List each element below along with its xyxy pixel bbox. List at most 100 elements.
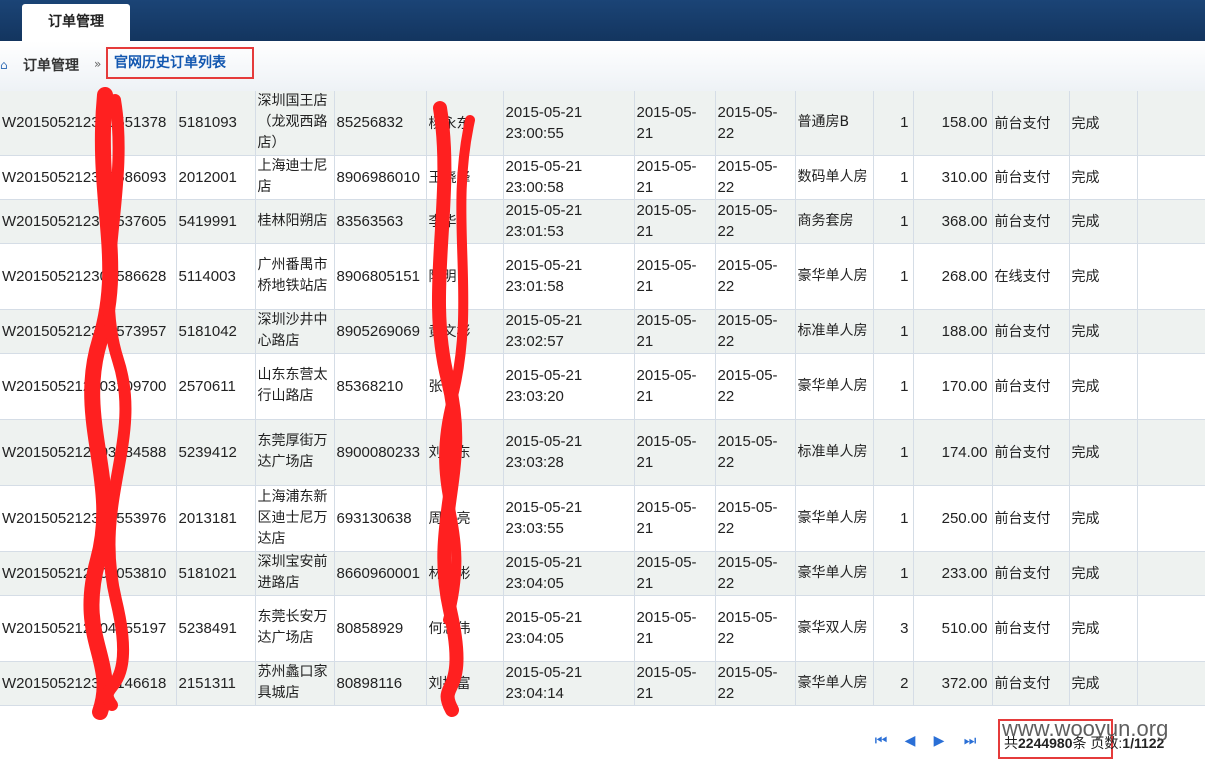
quantity-cell: 1: [873, 309, 914, 354]
hotel-code-cell: 5114003: [176, 243, 256, 310]
next-page-icon[interactable]: ▶: [931, 733, 947, 749]
table-row[interactable]: W201505212302573957 5181042 深圳沙井中心路店 890526…: [0, 309, 1205, 354]
hotel-name-cell: 桂林阳朔店: [255, 199, 335, 244]
checkout-date-cell: 2015-05-22: [715, 353, 796, 420]
breadcrumb-root[interactable]: 订单管理: [23, 55, 79, 75]
created-time-cell: 2015-05-21 23:00:58: [503, 155, 635, 200]
payment-method-cell: 前台支付: [992, 353, 1070, 420]
checkin-date-cell: 2015-05-21: [634, 243, 716, 310]
breadcrumb-home-icon: ⌂: [0, 58, 8, 72]
payment-method-cell: 在线支付: [992, 243, 1070, 310]
hotel-name-cell: 上海迪士尼店: [255, 155, 335, 200]
amount-cell: 510.00: [913, 595, 993, 662]
blank-cell: [1137, 551, 1205, 596]
checkout-date-cell: 2015-05-22: [715, 155, 796, 200]
room-type-cell: 标准单人房: [795, 419, 874, 486]
created-time-cell: 2015-05-21 23:03:20: [503, 353, 635, 420]
checkin-date-cell: 2015-05-21: [634, 661, 716, 706]
checkout-date-cell: 2015-05-22: [715, 309, 796, 354]
amount-cell: 250.00: [913, 485, 993, 552]
hotel-name-cell: 山东东营太行山路店: [255, 353, 335, 420]
amount-cell: 174.00: [913, 419, 993, 486]
created-time-cell: 2015-05-21 23:04:14: [503, 661, 635, 706]
order-id-cell: W201505212303209700: [0, 353, 177, 420]
checkin-date-cell: 2015-05-21: [634, 551, 716, 596]
phone-cell: 693130638: [334, 485, 427, 552]
checkin-date-cell: 2015-05-21: [634, 485, 716, 552]
guest-name-cell: 张磊: [426, 353, 504, 420]
quantity-cell: 1: [873, 419, 914, 486]
quantity-cell: 2: [873, 661, 914, 706]
table-row[interactable]: W201505212303284588 5239412 东莞厚街万达广场店 89000…: [0, 419, 1205, 486]
blank-cell: [1137, 353, 1205, 420]
last-page-icon[interactable]: ⏭: [962, 733, 978, 749]
created-time-cell: 2015-05-21 23:01:58: [503, 243, 635, 310]
status-cell: 完成: [1069, 353, 1138, 420]
room-type-cell: 数码单人房: [795, 155, 874, 200]
payment-method-cell: 前台支付: [992, 661, 1070, 706]
table-row[interactable]: W201505212301537605 5419991 桂林阳朔店 83563563 李…: [0, 199, 1205, 244]
created-time-cell: 2015-05-21 23:01:53: [503, 199, 635, 244]
quantity-cell: 1: [873, 353, 914, 420]
checkout-date-cell: 2015-05-22: [715, 551, 796, 596]
hotel-name-cell: 东莞厚街万达广场店: [255, 419, 335, 486]
top-nav-bar: 订单管理: [0, 0, 1205, 41]
order-id-cell: W201505212304146618: [0, 661, 177, 706]
hotel-name-cell: 上海浦东新区迪士尼万达店: [255, 485, 335, 552]
prev-page-icon[interactable]: ◀: [902, 733, 918, 749]
hotel-name-cell: 深圳宝安前进路店: [255, 551, 335, 596]
payment-method-cell: 前台支付: [992, 91, 1070, 156]
table-row[interactable]: W201505212304055197 5238491 东莞长安万达广场店 80858…: [0, 595, 1205, 662]
order-id-cell: W201505212304055197: [0, 595, 177, 662]
orders-table: W201505212300551378 5181093 深圳国王店（龙观西路店） 85…: [0, 91, 1205, 706]
checkin-date-cell: 2015-05-21: [634, 309, 716, 354]
amount-cell: 233.00: [913, 551, 993, 596]
phone-cell: 80898116: [334, 661, 427, 706]
hotel-code-cell: 2151311: [176, 661, 256, 706]
blank-cell: [1137, 661, 1205, 706]
room-type-cell: 豪华单人房: [795, 661, 874, 706]
tab-order-management[interactable]: 订单管理: [22, 4, 130, 41]
room-type-cell: 豪华单人房: [795, 353, 874, 420]
hotel-code-cell: 2012001: [176, 155, 256, 200]
hotel-code-cell: 5181042: [176, 309, 256, 354]
amount-cell: 310.00: [913, 155, 993, 200]
order-id-cell: W201505212303553976: [0, 485, 177, 552]
breadcrumb-current[interactable]: 官网历史订单列表: [106, 47, 254, 79]
table-row[interactable]: W201505212304053810 5181021 深圳宝安前进路店 866096…: [0, 551, 1205, 596]
status-cell: 完成: [1069, 661, 1138, 706]
guest-name-cell: 杨永东: [426, 91, 504, 156]
blank-cell: [1137, 199, 1205, 244]
table-row[interactable]: W201505212303209700 2570611 山东东营太行山路店 85368…: [0, 353, 1205, 420]
table-row[interactable]: W201505212304146618 2151311 苏州蠡口家具城店 808981…: [0, 661, 1205, 706]
checkout-date-cell: 2015-05-22: [715, 485, 796, 552]
hotel-code-cell: 5238491: [176, 595, 256, 662]
breadcrumb-separator: »: [94, 57, 102, 71]
phone-cell: 85368210: [334, 353, 427, 420]
room-type-cell: 豪华双人房: [795, 595, 874, 662]
amount-cell: 368.00: [913, 199, 993, 244]
order-id-cell: W201505212300551378: [0, 91, 177, 156]
payment-method-cell: 前台支付: [992, 309, 1070, 354]
room-type-cell: 豪华单人房: [795, 551, 874, 596]
table-row[interactable]: W201505212303553976 2013181 上海浦东新区迪士尼万达店 69…: [0, 485, 1205, 552]
quantity-cell: 1: [873, 91, 914, 156]
payment-method-cell: 前台支付: [992, 485, 1070, 552]
table-row[interactable]: W201505212300551378 5181093 深圳国王店（龙观西路店） 85…: [0, 91, 1205, 156]
blank-cell: [1137, 91, 1205, 156]
guest-name-cell: 李华: [426, 199, 504, 244]
room-type-cell: 豪华单人房: [795, 243, 874, 310]
table-row[interactable]: W201505212301586628 5114003 广州番禺市桥地铁站店 8906…: [0, 243, 1205, 310]
checkin-date-cell: 2015-05-21: [634, 155, 716, 200]
table-row[interactable]: W201505212300586093 2012001 上海迪士尼店 89069860…: [0, 155, 1205, 200]
guest-name-cell: 刘小东: [426, 419, 504, 486]
watermark: www.wooyun.org: [1002, 716, 1169, 741]
first-page-icon[interactable]: ⏮: [873, 733, 889, 749]
order-id-cell: W201505212301537605: [0, 199, 177, 244]
checkout-date-cell: 2015-05-22: [715, 595, 796, 662]
created-time-cell: 2015-05-21 23:03:55: [503, 485, 635, 552]
status-cell: 完成: [1069, 199, 1138, 244]
quantity-cell: 1: [873, 243, 914, 310]
hotel-code-cell: 5239412: [176, 419, 256, 486]
guest-name-cell: 刘振富: [426, 661, 504, 706]
